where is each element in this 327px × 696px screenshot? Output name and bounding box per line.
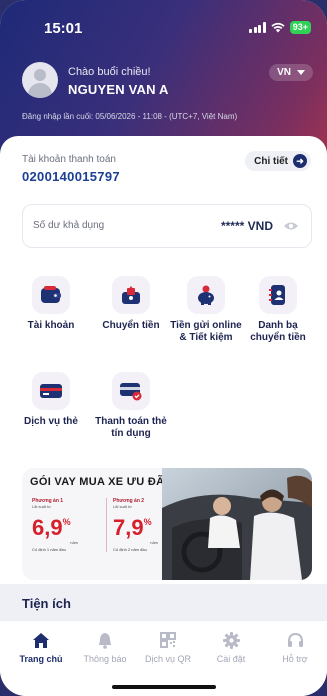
plan-per: năm xyxy=(70,540,78,545)
menu-item-card-service[interactable]: Dịch vụ thẻ xyxy=(15,372,87,428)
menu-item-credit-card-payment[interactable]: Thanh toán thẻ tín dụng xyxy=(95,372,167,440)
plan-sub: Lãi suất từ xyxy=(32,504,51,509)
plan-sub: Lãi suất từ xyxy=(113,504,132,509)
nav-settings[interactable]: Cài đặt xyxy=(203,631,259,664)
money-transfer-icon xyxy=(112,276,150,314)
headset-icon xyxy=(267,631,323,649)
plan-note: Cố định 1 năm đầu xyxy=(32,547,66,552)
wallet-icon xyxy=(32,276,70,314)
phone-screen: 15:01 93+ Chào buổi chiều! NGUYEN VAN A xyxy=(0,0,327,696)
wifi-icon xyxy=(271,22,285,33)
menu-label: Tiền gửi online & Tiết kiệm xyxy=(170,320,242,343)
home-icon xyxy=(13,631,69,649)
nav-label: Cài đặt xyxy=(216,654,246,664)
card-icon xyxy=(32,372,70,410)
car-promo-image xyxy=(162,468,312,580)
credit-card-payment-icon xyxy=(112,372,150,410)
nav-notifications[interactable]: Thông báo xyxy=(77,631,133,664)
home-indicator xyxy=(112,685,216,689)
chevron-down-icon xyxy=(297,70,305,75)
menu-item-contacts[interactable]: Danh bạ chuyển tiền xyxy=(242,276,314,344)
menu-item-savings[interactable]: Tiền gửi online & Tiết kiệm xyxy=(170,276,242,344)
detail-label: Chi tiết xyxy=(254,155,288,167)
bell-icon xyxy=(77,631,133,649)
plan-per: năm xyxy=(150,540,158,545)
qr-code-icon xyxy=(140,631,196,649)
balance-box: Số dư khả dụng ***** VND xyxy=(22,204,312,248)
plan-rate: 6,9% xyxy=(32,515,71,540)
menu-item-account[interactable]: Tài khoản xyxy=(15,276,87,332)
menu-label: Dịch vụ thẻ xyxy=(24,416,78,427)
nav-label: Hỗ trợ xyxy=(282,654,308,664)
nav-support[interactable]: Hỗ trợ xyxy=(267,631,323,664)
account-detail-button[interactable]: Chi tiết ➜ xyxy=(245,151,311,171)
status-icons: 93+ xyxy=(249,21,311,34)
plan-note: Cố định 2 năm đầu xyxy=(113,547,147,552)
nav-qr-service[interactable]: Dịch vụ QR xyxy=(140,631,196,664)
plan-rate: 7,9% xyxy=(113,515,152,540)
menu-label: Thanh toán thẻ tín dụng xyxy=(95,416,167,439)
utilities-title: Tiện ích xyxy=(22,596,71,611)
signal-icon xyxy=(249,22,266,33)
account-label: Tài khoản thanh toán xyxy=(22,154,116,165)
nav-label: Trang chủ xyxy=(19,654,63,664)
banner-title: GÓI VAY MUA XE ƯU ĐÃI xyxy=(30,476,168,488)
avatar[interactable] xyxy=(22,62,58,98)
piggy-bank-icon xyxy=(187,276,225,314)
account-number: 0200140015797 xyxy=(22,169,120,184)
menu-label: Danh bạ chuyển tiền xyxy=(250,320,306,343)
language-selector[interactable]: VN xyxy=(269,64,313,81)
eye-icon[interactable] xyxy=(283,221,299,231)
greeting-text: Chào buổi chiều! xyxy=(68,66,151,78)
battery-icon: 93+ xyxy=(289,21,311,34)
contacts-icon xyxy=(259,276,297,314)
menu-label: Tài khoản xyxy=(27,320,75,331)
main-card: Tài khoản thanh toán 0200140015797 Chi t… xyxy=(0,136,327,624)
status-time: 15:01 xyxy=(44,20,83,37)
language-label: VN xyxy=(277,67,291,78)
menu-label: Chuyển tiền xyxy=(102,320,160,331)
menu-item-transfer[interactable]: Chuyển tiền xyxy=(95,276,167,332)
status-bar: 15:01 93+ xyxy=(0,18,327,38)
arrow-right-icon: ➜ xyxy=(293,154,307,168)
nav-label: Dịch vụ QR xyxy=(144,654,191,664)
user-name: NGUYEN VAN A xyxy=(68,82,169,97)
nav-home[interactable]: Trang chủ xyxy=(13,631,69,664)
balance-label: Số dư khả dụng xyxy=(33,220,105,231)
balance-value: ***** VND xyxy=(220,219,273,233)
nav-label: Thông báo xyxy=(83,654,127,664)
last-login-text: Đăng nhập lần cuối: 05/06/2026 - 11:08 -… xyxy=(22,112,238,121)
plan-1: Phương án 1 Lãi suất từ 6,9% năm Cố định… xyxy=(32,498,92,552)
gear-icon xyxy=(203,631,259,649)
plan-2: Phương án 2 Lãi suất từ 7,9% năm Cố định… xyxy=(106,498,166,552)
promo-banner[interactable]: GÓI VAY MUA XE ƯU ĐÃI Phương án 1 Lãi su… xyxy=(22,468,312,580)
